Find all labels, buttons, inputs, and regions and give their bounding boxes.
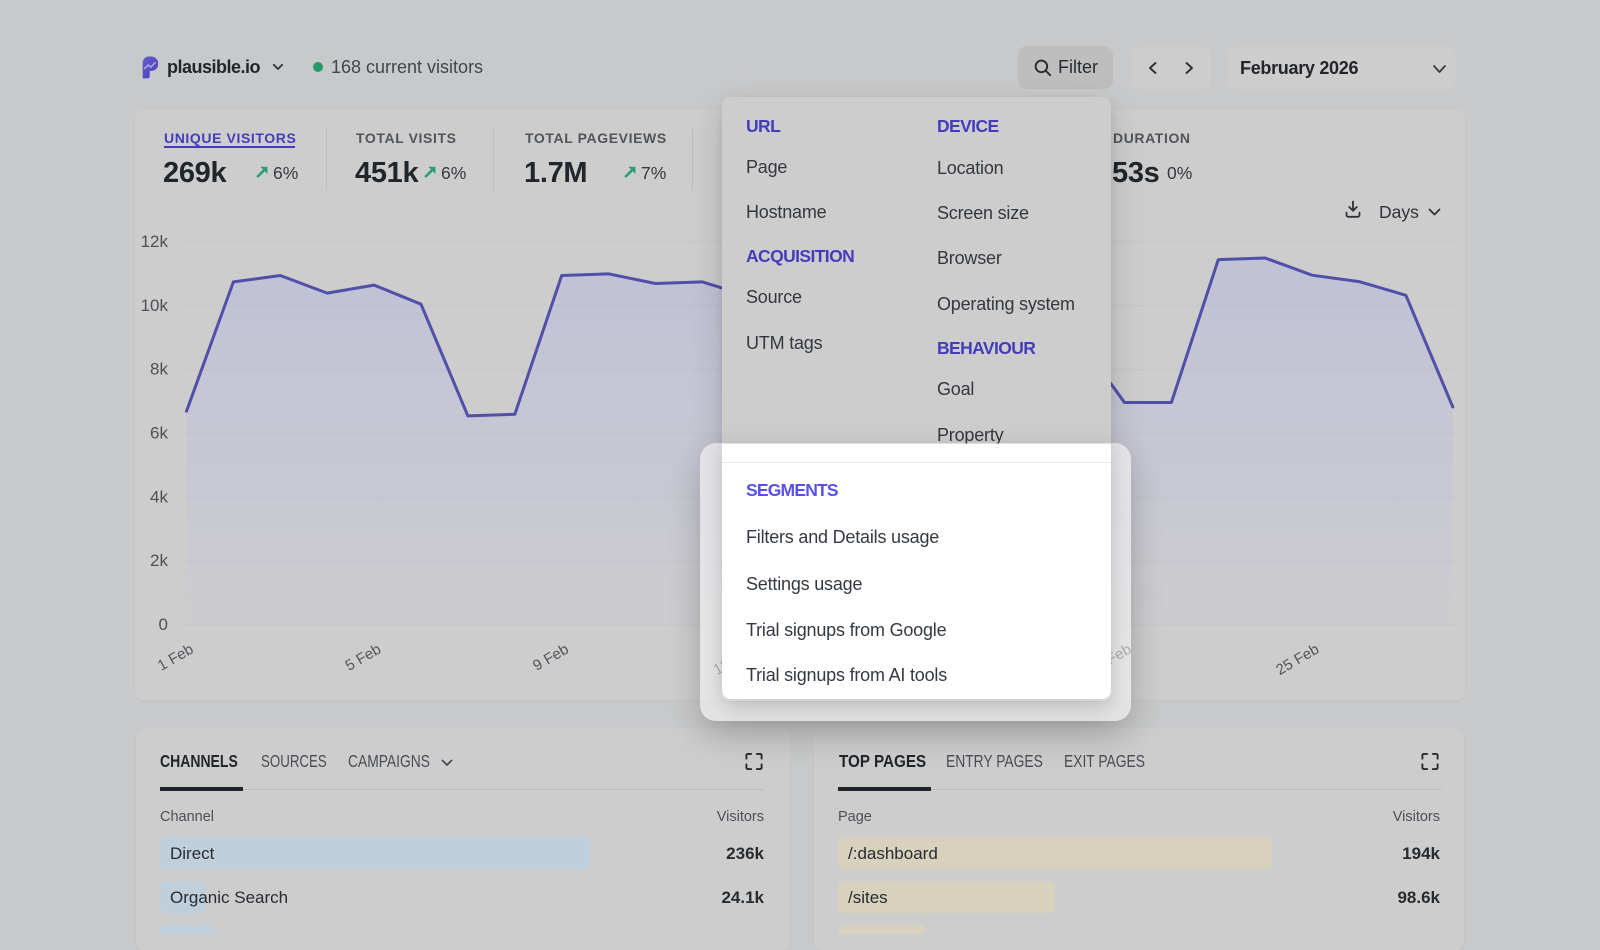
svg-text:5 Feb: 5 Feb [342,641,384,675]
svg-text:4k: 4k [150,487,168,506]
svg-text:2k: 2k [150,551,168,570]
svg-text:9 Feb: 9 Feb [530,641,572,675]
svg-text:25 Feb: 25 Feb [1273,641,1322,679]
svg-text:12k: 12k [141,232,169,251]
svg-text:10k: 10k [141,296,169,315]
svg-text:1 Feb: 1 Feb [155,641,197,675]
svg-text:8k: 8k [150,360,168,379]
svg-text:6k: 6k [150,424,168,443]
svg-text:0: 0 [159,615,168,634]
